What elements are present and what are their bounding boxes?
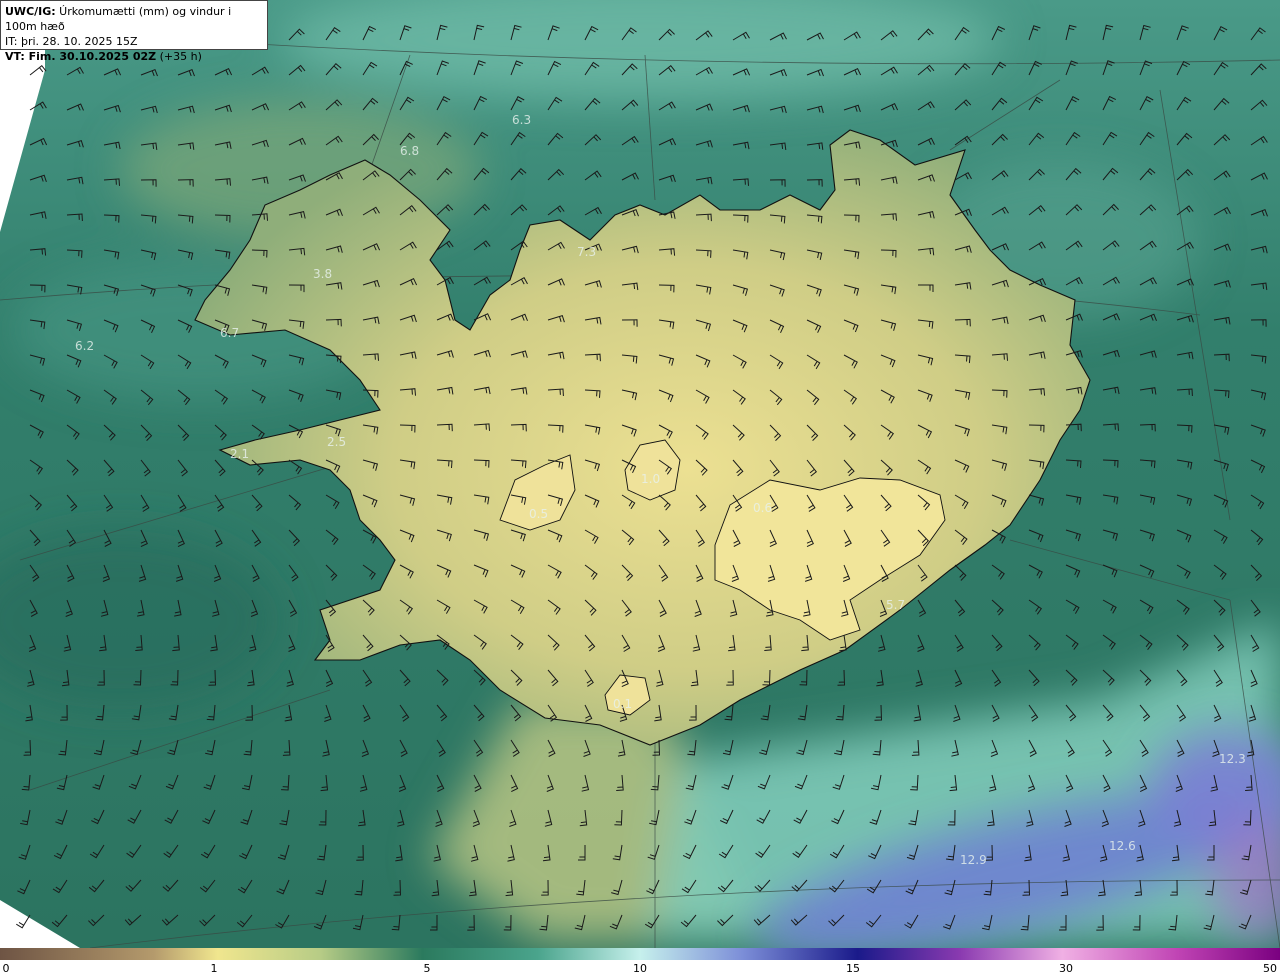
point-value: 6.7 — [220, 326, 239, 340]
scale-tick: 10 — [633, 962, 647, 975]
scale-tick: 15 — [846, 962, 860, 975]
point-value: 6.3 — [512, 113, 531, 127]
point-value: 0.6 — [753, 501, 772, 515]
model-name: UWC/IG: — [5, 5, 56, 18]
point-value: 3.8 — [313, 267, 332, 281]
init-time: IT: þri. 28. 10. 2025 15Z — [5, 35, 138, 48]
scale-tick: 30 — [1059, 962, 1073, 975]
point-value: 7.3 — [577, 245, 596, 259]
valid-time: VT: Fim. 30.10.2025 02Z (+35 h) — [5, 49, 263, 64]
scale-tick: 5 — [423, 962, 431, 975]
map-info-box: UWC/IG: Úrkomumætti (mm) og vindur i 100… — [0, 0, 268, 63]
color-scale-ticks: 0 1 5 10 15 30 50 — [0, 960, 1280, 978]
point-value: 6.8 — [400, 144, 419, 158]
point-value: 12.6 — [1109, 839, 1136, 853]
point-value: 6.2 — [75, 339, 94, 353]
forecast-lead: (+35 h) — [156, 50, 202, 63]
point-value: 2.5 — [327, 435, 346, 449]
color-scale-bar — [0, 948, 1280, 960]
point-value: 2.1 — [230, 447, 249, 461]
point-value: 0.5 — [529, 507, 548, 521]
map-title: UWC/IG: Úrkomumætti (mm) og vindur i 100… — [5, 4, 263, 34]
point-value: 5.7 — [886, 598, 905, 612]
point-value: 12.3 — [1219, 752, 1246, 766]
precipitation-wind-map: 6.3 6.8 7.3 3.8 6.7 6.2 2.5 2.1 1.0 0.6 … — [0, 0, 1280, 948]
point-value: 1.0 — [641, 472, 660, 486]
point-value: 12.9 — [960, 853, 987, 867]
scale-tick: 1 — [210, 962, 218, 975]
scale-tick: 0 — [2, 962, 10, 975]
valid-time-date: VT: Fim. 30.10.2025 02Z — [5, 50, 157, 63]
point-value: 0.1 — [613, 697, 632, 711]
scale-tick: 50 — [1263, 962, 1277, 975]
